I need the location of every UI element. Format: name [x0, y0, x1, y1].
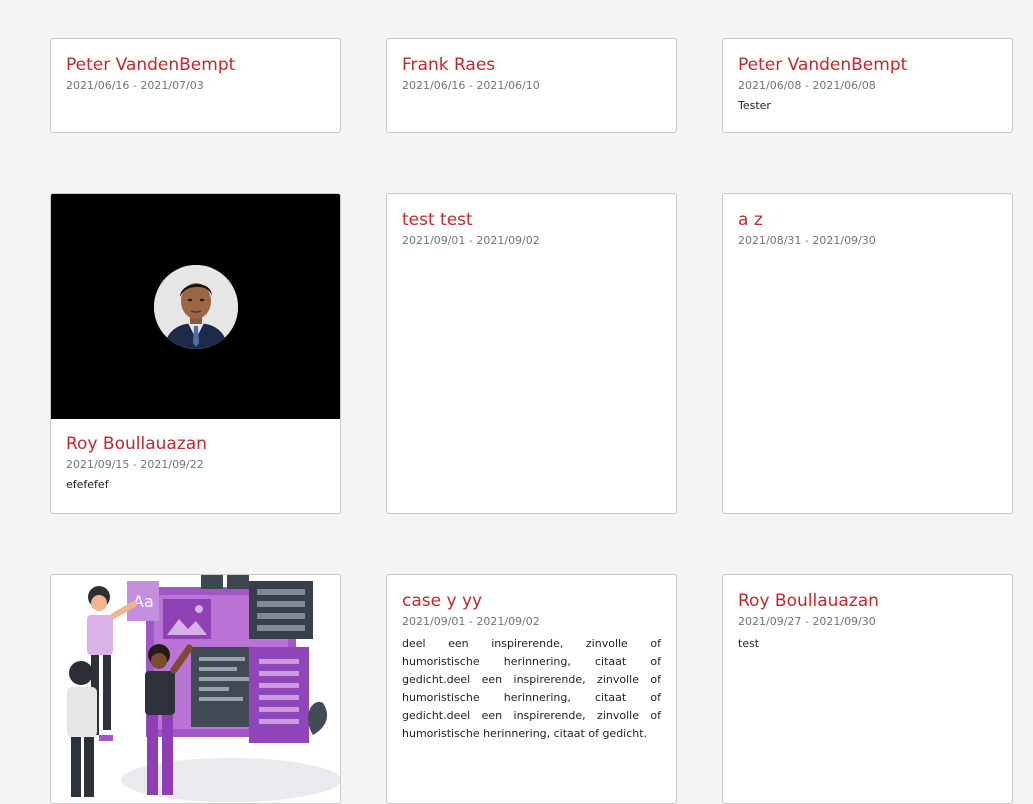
card-dates: 2021/06/16 - 2021/06/10 [402, 79, 540, 92]
card-dates: 2021/08/31 - 2021/09/30 [738, 234, 876, 247]
memory-card[interactable]: case y yy 2021/09/01 - 2021/09/02 deel e… [386, 574, 677, 804]
memory-card[interactable]: Aa [50, 574, 341, 804]
memory-card[interactable]: a z 2021/08/31 - 2021/09/30 [722, 193, 1013, 514]
card-title: a z [738, 210, 763, 230]
card-dates: 2021/06/08 - 2021/06/08 [738, 79, 876, 92]
card-title: Roy Boullauazan [66, 434, 207, 454]
card-dates: 2021/09/27 - 2021/09/30 [738, 615, 876, 628]
card-dates: 2021/09/01 - 2021/09/02 [402, 615, 540, 628]
card-image [51, 194, 340, 419]
profile-photo [154, 265, 238, 349]
memory-card[interactable]: test test 2021/09/01 - 2021/09/02 [386, 193, 677, 514]
card-dates: 2021/09/15 - 2021/09/22 [66, 458, 204, 471]
memory-card[interactable]: Peter VandenBempt 2021/06/08 - 2021/06/0… [722, 38, 1013, 133]
card-text: efefefef [66, 478, 109, 491]
card-title: Peter VandenBempt [66, 55, 236, 75]
card-title: test test [402, 210, 473, 230]
card-dates: 2021/06/16 - 2021/07/03 [66, 79, 204, 92]
card-title: Peter VandenBempt [738, 55, 908, 75]
memory-card[interactable]: Peter VandenBempt 2021/06/16 - 2021/07/0… [50, 38, 341, 133]
team-design-illustration: Aa [67, 575, 340, 802]
card-text: deel een inspirerende, zinvolle of humor… [402, 637, 661, 740]
card-text: test [738, 637, 760, 650]
memory-card[interactable]: Frank Raes 2021/06/16 - 2021/06/10 [386, 38, 677, 133]
card-image: Aa [51, 575, 340, 803]
card-dates: 2021/09/01 - 2021/09/02 [402, 234, 540, 247]
card-title: Roy Boullauazan [738, 591, 879, 611]
memory-card[interactable]: Roy Boullauazan 2021/09/15 - 2021/09/22 … [50, 193, 341, 514]
card-title: Frank Raes [402, 55, 496, 75]
card-text: Tester [738, 99, 771, 112]
svg-text:Aa: Aa [133, 592, 154, 611]
card-title: case y yy [402, 591, 483, 611]
memory-card[interactable]: Roy Boullauazan 2021/09/27 - 2021/09/30 … [722, 574, 1013, 804]
